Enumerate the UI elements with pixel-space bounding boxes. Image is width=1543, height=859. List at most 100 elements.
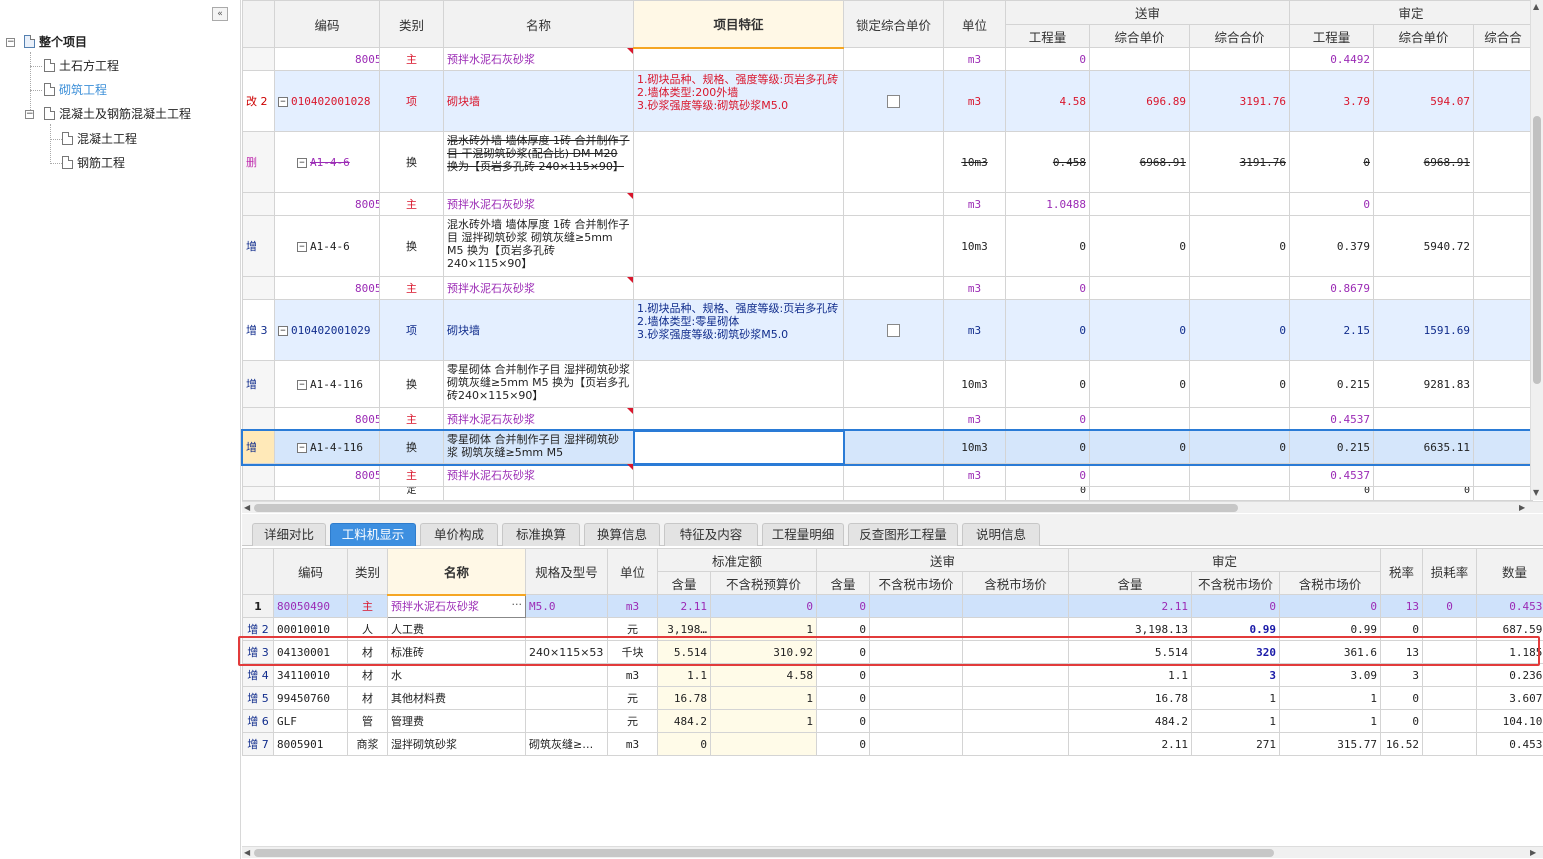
cell-type[interactable]: 主 [379, 407, 444, 431]
cell-unit[interactable]: 元 [607, 617, 658, 641]
cell-audit-price[interactable]: 6968.91 [1373, 131, 1474, 193]
cell-quantity[interactable]: 0.4537 [1476, 594, 1543, 618]
cell-code[interactable]: − A1-4-116 [274, 360, 380, 408]
cell-sent-qty[interactable]: 0 [1005, 215, 1090, 277]
cell-audit-mkt-in[interactable]: 3.09 [1279, 663, 1382, 687]
cell-audit-qty[interactable]: 0 [1289, 192, 1374, 216]
header-lock-price[interactable]: 锁定综合单价 [843, 0, 944, 48]
collapse-panel-button[interactable]: « [212, 7, 228, 21]
cell-audit-qty[interactable]: 0 [1289, 131, 1374, 193]
scroll-down-icon[interactable]: ▼ [1533, 488, 1539, 498]
cell-audit-price[interactable]: 594.07 [1373, 70, 1474, 132]
header-sent-total[interactable]: 综合合价 [1189, 24, 1290, 48]
cell-sent-content[interactable]: 0 [816, 732, 871, 756]
cell-unit[interactable]: m3 [943, 276, 1006, 300]
cell-sent-price[interactable]: 0 [1089, 430, 1190, 464]
tab-unit-price-composition[interactable]: 单价构成 [420, 523, 498, 546]
tab-standard-conversion[interactable]: 标准换算 [502, 523, 580, 546]
cell-name[interactable]: 预拌水泥石灰砂浆 [443, 47, 634, 71]
bottom-grid-horizontal-scrollbar[interactable]: ◀ ▶ [242, 846, 1543, 858]
cell-spec[interactable]: 240×115×53 [525, 640, 608, 664]
scroll-thumb[interactable] [254, 504, 1238, 512]
cell-loss[interactable] [1422, 732, 1478, 756]
cell-unit[interactable]: m3 [943, 407, 1006, 431]
cell-sent-total[interactable]: 0 [1189, 430, 1290, 464]
cell-std-content[interactable]: 16.78 [657, 686, 711, 710]
cell-type[interactable]: 材 [347, 686, 388, 710]
header-sent-qty[interactable]: 工程量 [1005, 24, 1090, 48]
cell-spec[interactable]: M5.0 [525, 594, 608, 618]
cell-sent-total[interactable] [1189, 192, 1290, 216]
cell-audit-price[interactable] [1373, 407, 1474, 431]
cell-lock[interactable] [843, 70, 944, 132]
cell-audit-total[interactable] [1473, 360, 1533, 408]
cell-tax[interactable]: 13 [1380, 640, 1424, 664]
cell-name[interactable]: 预拌水泥石灰砂浆 [443, 407, 634, 431]
cell-name[interactable]: 其他材料费 [387, 686, 526, 710]
cell-audit-price[interactable]: 5940.72 [1373, 215, 1474, 277]
tab-labor-material-machine[interactable]: 工料机显示 [330, 523, 416, 546]
tree-node-earthwork[interactable]: 土石方工程 [44, 57, 119, 75]
cell-sent-mkt-ex[interactable] [869, 640, 964, 664]
cell-std-content[interactable]: 0 [657, 732, 711, 756]
cell-audit-mkt-in[interactable]: 315.77 [1279, 732, 1382, 756]
cell-quantity[interactable]: 0.4537 [1476, 732, 1543, 756]
cell-unit[interactable]: 元 [607, 709, 658, 733]
cell-name[interactable]: 预拌水泥石灰砂浆 [443, 463, 634, 487]
cell-tax[interactable]: 0 [1380, 709, 1424, 733]
header-code[interactable]: 编码 [274, 0, 380, 48]
header-feature[interactable]: 项目特征 [633, 0, 844, 49]
cell-audit-total[interactable] [1473, 276, 1533, 300]
cell-sent-qty[interactable]: 0 [1005, 486, 1090, 501]
cell-sent-total[interactable] [1189, 463, 1290, 487]
cell-lock[interactable] [843, 486, 944, 501]
cell-code[interactable]: − A1-4-6 [274, 215, 380, 277]
cell-audit-mkt-in[interactable]: 1 [1279, 709, 1382, 733]
table-row[interactable]: 80050490 主 预拌水泥石灰砂浆 m3 1.0488 0 [242, 192, 1533, 216]
cell-feature[interactable]: 1.砌块品种、规格、强度等级:页岩多孔砖 2.墙体类型:200外墙 3.砂浆强度… [633, 70, 844, 132]
cell-name[interactable]: 人工费 [387, 617, 526, 641]
cell-type[interactable]: 主 [347, 594, 388, 618]
header-name[interactable]: 名称 [443, 0, 634, 48]
cell-audit-content[interactable]: 16.78 [1068, 686, 1193, 710]
cell-feature[interactable] [633, 486, 844, 501]
cell-audit-mkt-ex[interactable]: 1 [1191, 709, 1281, 733]
collapse-row-icon[interactable]: − [297, 442, 307, 453]
table-row[interactable]: 80050490 主 预拌水泥石灰砂浆 m3 0 0.4537 [242, 407, 1533, 431]
header-std-content[interactable]: 含量 [657, 571, 711, 595]
table-row[interactable]: 增 4 34110010 材 水 m3 1.1 4.58 0 1.1 3 3.0… [242, 663, 1543, 687]
cell-audit-qty[interactable]: 0 [1289, 486, 1374, 501]
cell-audit-mkt-ex[interactable]: 271 [1191, 732, 1281, 756]
cell-code[interactable]: 80050490 [274, 407, 380, 431]
cell-lock[interactable] [843, 463, 944, 487]
cell-feature[interactable] [633, 463, 844, 487]
cell-sent-qty[interactable]: 0.458 [1005, 131, 1090, 193]
cell-type[interactable]: 管 [347, 709, 388, 733]
cell-audit-mkt-in[interactable]: 0 [1279, 594, 1382, 618]
cell-code[interactable]: 34110010 [273, 663, 348, 687]
table-row[interactable]: 增 6 GLF 管 管理费 元 484.2 1 0 484.2 1 1 0 10… [242, 709, 1543, 733]
cell-unit[interactable]: 10m3 [943, 430, 1006, 464]
cell-std-content[interactable]: 1.1 [657, 663, 711, 687]
cell-type[interactable]: 主 [379, 276, 444, 300]
cell-name[interactable]: 砌块墙 [443, 70, 634, 132]
collapse-row-icon[interactable]: − [297, 379, 307, 390]
cell-lock[interactable] [843, 276, 944, 300]
cell-quantity[interactable]: 1.1855 [1476, 640, 1543, 664]
cell-audit-content[interactable]: 3,198.13 [1068, 617, 1193, 641]
cell-sent-mkt-ex[interactable] [869, 663, 964, 687]
cell-tax[interactable]: 0 [1380, 617, 1424, 641]
tab-conversion-info[interactable]: 换算信息 [584, 523, 660, 546]
cell-audit-mkt-ex[interactable]: 0 [1191, 594, 1281, 618]
cell-sent-mkt-in[interactable] [962, 640, 1070, 664]
cell-type[interactable]: 主 [379, 47, 444, 71]
cell-audit-qty[interactable]: 0.8679 [1289, 276, 1374, 300]
header-code[interactable]: 编码 [273, 548, 348, 595]
tab-features-content[interactable]: 特征及内容 [664, 523, 758, 546]
cell-sent-content[interactable]: 0 [816, 594, 871, 618]
cell-sent-total[interactable] [1189, 407, 1290, 431]
header-audit-price[interactable]: 综合单价 [1373, 24, 1474, 48]
header-name[interactable]: 名称 [387, 548, 526, 596]
cell-loss[interactable] [1422, 663, 1478, 687]
cell-unit[interactable]: m3 [607, 663, 658, 687]
